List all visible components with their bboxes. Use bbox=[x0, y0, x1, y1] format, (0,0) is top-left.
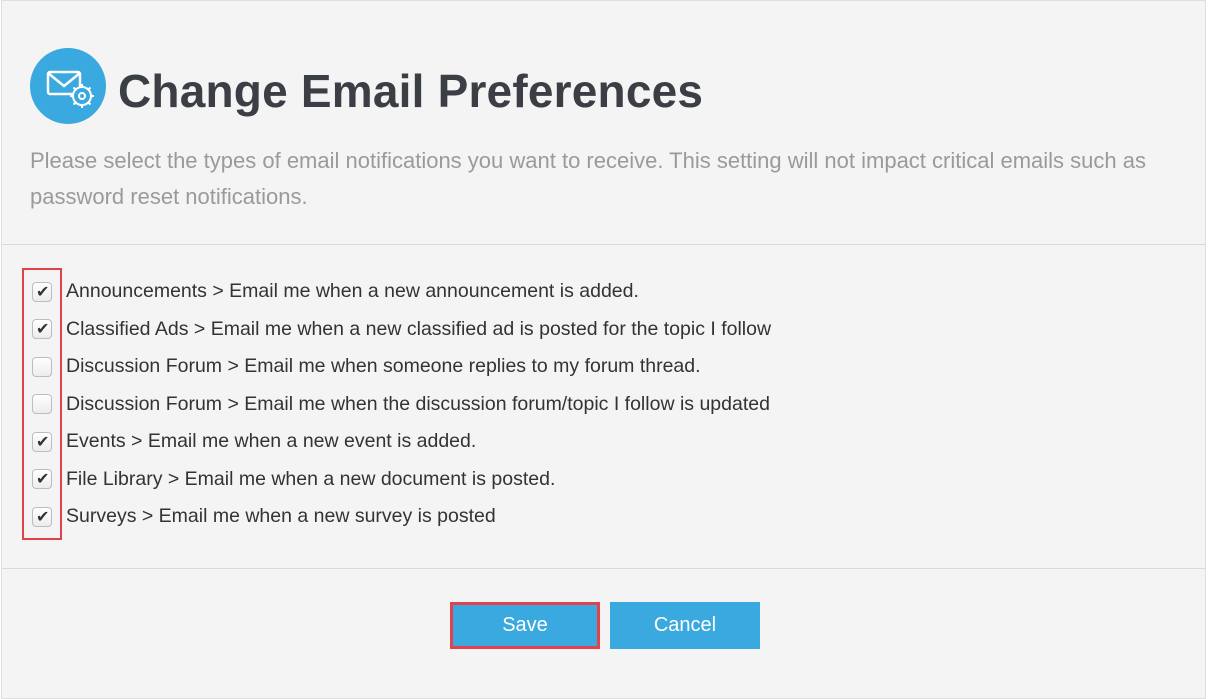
email-settings-icon bbox=[30, 48, 106, 124]
checkmark-icon: ✔ bbox=[36, 506, 50, 526]
preference-item: ✔ Classified Ads > Email me when a new cl… bbox=[32, 311, 771, 349]
divider bbox=[2, 568, 1205, 569]
preference-item: ✔ File Library > Email me when a new docu… bbox=[32, 461, 771, 499]
preference-label[interactable]: Discussion Forum > Email me when the dis… bbox=[66, 393, 770, 416]
preference-checkbox[interactable] bbox=[32, 394, 52, 415]
preference-label[interactable]: Events > Email me when a new event is ad… bbox=[66, 430, 476, 453]
preference-label[interactable]: Classified Ads > Email me when a new cla… bbox=[66, 318, 771, 341]
preference-checkbox[interactable] bbox=[32, 356, 52, 377]
preference-item: Discussion Forum > Email me when someone… bbox=[32, 348, 771, 386]
preference-label[interactable]: File Library > Email me when a new docum… bbox=[66, 468, 555, 491]
preference-item: ✔ Surveys > Email me when a new survey is… bbox=[32, 498, 771, 536]
preference-checkbox[interactable]: ✔ bbox=[32, 281, 52, 302]
preference-checkbox[interactable]: ✔ bbox=[32, 431, 52, 452]
checkmark-icon: ✔ bbox=[36, 431, 50, 451]
preference-label[interactable]: Surveys > Email me when a new survey is … bbox=[66, 505, 496, 528]
checkmark-icon: ✔ bbox=[36, 469, 50, 489]
preference-label[interactable]: Discussion Forum > Email me when someone… bbox=[66, 355, 701, 378]
preference-checkbox[interactable]: ✔ bbox=[32, 469, 52, 490]
divider bbox=[2, 244, 1205, 245]
preference-checkbox[interactable]: ✔ bbox=[32, 506, 52, 527]
header: Change Email Preferences Please select t… bbox=[2, 1, 1205, 245]
checkmark-icon: ✔ bbox=[36, 319, 50, 339]
preference-item: Discussion Forum > Email me when the dis… bbox=[32, 386, 771, 424]
preference-checkbox[interactable]: ✔ bbox=[32, 319, 52, 340]
page-description: Please select the types of email notific… bbox=[30, 148, 1146, 209]
email-preferences-panel: Change Email Preferences Please select t… bbox=[1, 0, 1206, 699]
preference-item: ✔ Events > Email me when a new event is a… bbox=[32, 423, 771, 461]
page-title: Change Email Preferences bbox=[118, 65, 704, 117]
cancel-button[interactable]: Cancel bbox=[610, 602, 760, 649]
preference-item: ✔ Announcements > Email me when a new ann… bbox=[32, 273, 771, 311]
checkmark-icon: ✔ bbox=[36, 281, 50, 301]
save-button[interactable]: Save bbox=[450, 602, 600, 649]
preference-label[interactable]: Announcements > Email me when a new anno… bbox=[66, 280, 639, 303]
preference-list: ✔ Announcements > Email me when a new ann… bbox=[32, 273, 771, 536]
